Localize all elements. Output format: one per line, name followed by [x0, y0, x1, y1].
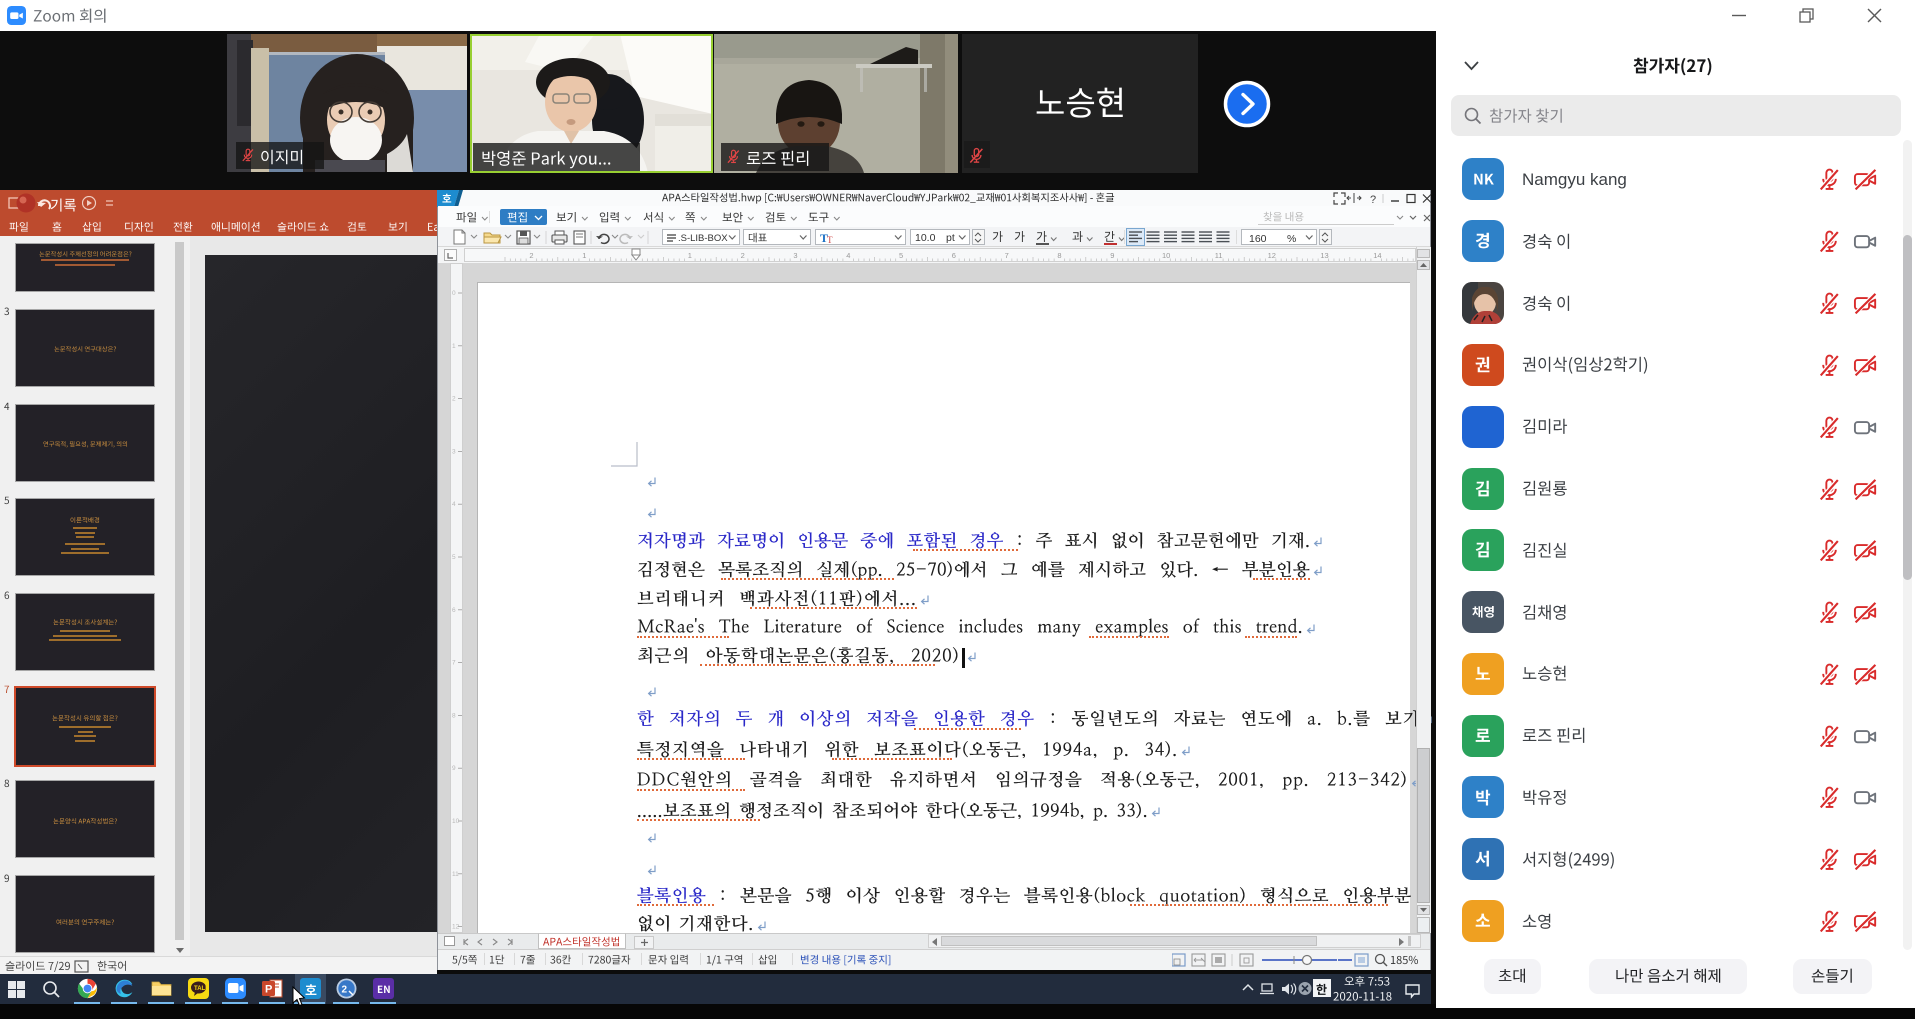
svg-text:6: 6 [952, 251, 956, 260]
svg-text:2: 2 [741, 251, 745, 260]
svg-text:2: 2 [529, 251, 533, 260]
svg-text:14: 14 [1373, 251, 1381, 260]
svg-text:11: 11 [1215, 251, 1223, 260]
svg-text:1: 1 [688, 251, 692, 260]
svg-text:12: 12 [452, 924, 460, 931]
svg-text:7: 7 [452, 660, 456, 667]
svg-text:0: 0 [452, 290, 456, 297]
svg-text:TALK: TALK [194, 986, 207, 992]
svg-text:4: 4 [846, 251, 850, 260]
svg-text:11: 11 [452, 871, 459, 878]
svg-text:2: 2 [342, 985, 348, 996]
svg-text:4: 4 [452, 501, 456, 508]
svg-text:5: 5 [452, 554, 456, 561]
svg-text:2: 2 [452, 396, 456, 403]
svg-text:5: 5 [899, 251, 903, 260]
svg-text:1: 1 [582, 251, 586, 260]
svg-text:10: 10 [452, 818, 460, 825]
svg-text:13: 13 [1320, 251, 1328, 260]
svg-text:?: ? [1370, 194, 1376, 206]
svg-text:3: 3 [452, 448, 456, 455]
svg-text:T: T [827, 235, 833, 244]
svg-text:6: 6 [452, 607, 456, 614]
svg-text:12: 12 [1268, 251, 1276, 260]
svg-text:9: 9 [452, 765, 456, 772]
svg-text:8: 8 [452, 712, 456, 719]
svg-text:9: 9 [1110, 251, 1114, 260]
svg-text:10: 10 [1162, 251, 1170, 260]
svg-text:7: 7 [1005, 251, 1009, 260]
svg-text:1: 1 [452, 343, 456, 350]
svg-text:P: P [265, 984, 272, 996]
svg-text:8: 8 [1057, 251, 1061, 260]
svg-text:3: 3 [793, 251, 797, 260]
